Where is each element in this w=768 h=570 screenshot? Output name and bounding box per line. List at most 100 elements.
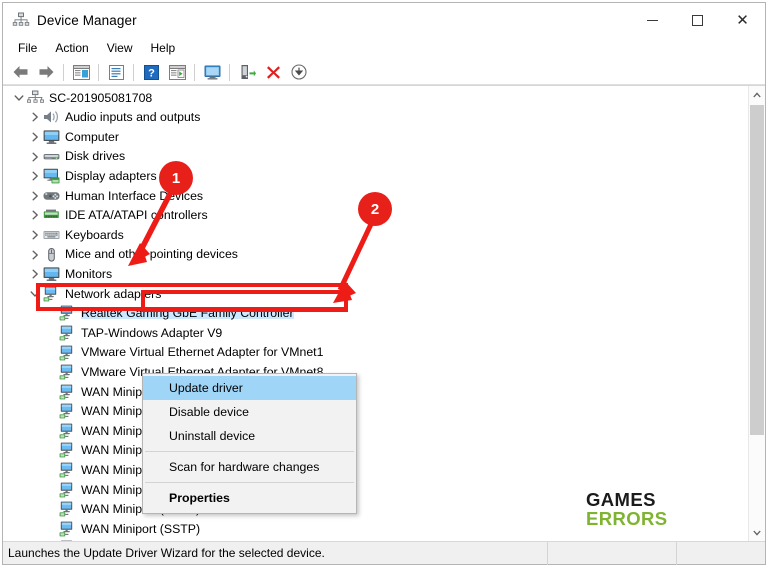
toolbar-separator-5 (229, 63, 230, 81)
tree-item-selected[interactable]: Realtek Gaming GbE Family Controller (3, 304, 748, 324)
tree-item[interactable]: TAP-Windows Adapter V9 (3, 323, 748, 343)
tree-item[interactable]: WAN Miniport (IKEv2) (3, 382, 748, 402)
title-bar: Device Manager ✕ (3, 3, 765, 37)
show-hide-console-tree-button[interactable] (69, 62, 93, 83)
properties-icon (108, 64, 124, 80)
tree-item[interactable]: WAN Miniport (IP) (3, 402, 748, 422)
chevron-right-icon (32, 210, 38, 220)
tree-item-label: Disk drives (65, 149, 126, 164)
minimize-button[interactable] (630, 3, 675, 37)
network-adapter-icon (59, 501, 76, 517)
network-adapter-icon (59, 501, 73, 517)
tree-expander-spacer (43, 384, 59, 400)
tree-item[interactable]: WAN Miniport (IPv6) (3, 421, 748, 441)
network-adapter-icon (59, 325, 73, 341)
maximize-button[interactable] (675, 3, 720, 37)
status-message: Launches the Update Driver Wizard for th… (3, 541, 548, 565)
tree-item[interactable]: Monitors (3, 264, 748, 284)
speaker-icon (43, 109, 60, 125)
network-adapter-icon (59, 305, 73, 321)
menu-help[interactable]: Help (142, 39, 185, 57)
network-adapter-icon (59, 403, 76, 419)
scan-for-hardware-changes-button[interactable] (200, 62, 224, 83)
tree-expander[interactable] (27, 109, 43, 125)
forward-button[interactable] (34, 62, 58, 83)
tree-item[interactable]: VMware Virtual Ethernet Adapter for VMne… (3, 343, 748, 363)
close-button[interactable]: ✕ (720, 3, 765, 37)
network-adapter-icon (59, 462, 76, 478)
tree-expander[interactable] (27, 129, 43, 145)
tree-item[interactable]: Mice and other pointing devices (3, 245, 748, 265)
client-area: SC-201905081708 Audio inputs and outputs C… (3, 85, 765, 541)
tree-item[interactable]: Disk drives (3, 147, 748, 167)
status-pane-2 (548, 541, 677, 565)
monitor-icon (43, 130, 60, 144)
tree-expander[interactable] (27, 247, 43, 263)
tree-item[interactable]: Wintun Userspace Tunnel (3, 539, 748, 541)
hid-icon (43, 191, 60, 200)
tree-expander[interactable] (27, 188, 43, 204)
scroll-thumb[interactable] (750, 105, 764, 435)
network-adapter-icon (59, 482, 73, 498)
close-icon: ✕ (736, 11, 749, 29)
update-driver-button[interactable] (235, 62, 259, 83)
tree-item[interactable]: Display adapters (3, 166, 748, 186)
chevron-down-icon (30, 291, 40, 297)
tree-item[interactable]: Network adapters (3, 284, 748, 304)
tree-expander[interactable] (27, 266, 43, 282)
tree-expander-spacer (43, 345, 59, 361)
tree-item-label: Network adapters (65, 286, 162, 301)
tree-item[interactable]: Computer (3, 127, 748, 147)
tree-expander[interactable] (27, 149, 43, 165)
context-menu-item[interactable]: Update driver (143, 376, 356, 400)
show-hide-action-pane-button[interactable] (165, 62, 189, 83)
menu-action[interactable]: Action (46, 39, 97, 57)
tree-item-label: TAP-Windows Adapter V9 (81, 325, 223, 340)
context-menu[interactable]: Update driver Disable device Uninstall dev… (142, 373, 357, 514)
uninstall-device-button[interactable] (261, 62, 285, 83)
menu-view[interactable]: View (98, 39, 142, 57)
tree-item[interactable]: WAN Miniport (Network Monitor) (3, 460, 748, 480)
tree-expander[interactable] (11, 90, 27, 106)
device-tree[interactable]: SC-201905081708 Audio inputs and outputs C… (3, 86, 748, 541)
mouse-icon (48, 247, 55, 262)
tree-item-label: Display adapters (65, 169, 157, 184)
tree-item[interactable]: WAN Miniport (L2TP) (3, 441, 748, 461)
chevron-up-icon (753, 91, 761, 97)
context-menu-item[interactable]: Uninstall device (143, 424, 356, 448)
tree-expander[interactable] (27, 227, 43, 243)
scroll-up-button[interactable] (749, 86, 765, 103)
update-driver-icon (241, 65, 256, 79)
context-menu-item[interactable]: Scan for hardware changes (143, 455, 356, 479)
ide-controller-icon (43, 207, 60, 223)
tree-expander-spacer (43, 403, 59, 419)
tree-item-label: Mice and other pointing devices (65, 247, 238, 262)
scroll-down-button[interactable] (749, 524, 765, 541)
context-menu-item[interactable]: Disable device (143, 400, 356, 424)
monitor-icon (43, 266, 60, 282)
annotation-badge-2: 2 (358, 192, 392, 226)
tree-item[interactable]: VMware Virtual Ethernet Adapter for VMne… (3, 362, 748, 382)
properties-button[interactable] (104, 62, 128, 83)
tree-vertical-scrollbar[interactable] (748, 86, 765, 541)
menu-file[interactable]: File (9, 39, 46, 57)
back-button[interactable] (8, 62, 32, 83)
tree-expander[interactable] (27, 286, 43, 302)
tree-expander-spacer (43, 364, 59, 380)
disable-device-button[interactable] (287, 62, 311, 83)
help-button[interactable]: ? (139, 62, 163, 83)
context-menu-item[interactable]: Properties (143, 486, 356, 510)
tree-item[interactable]: SC-201905081708 (3, 88, 748, 108)
tree-expander-spacer (43, 521, 59, 537)
chevron-right-icon (32, 191, 38, 201)
tree-item[interactable]: Keyboards (3, 225, 748, 245)
network-adapter-icon (59, 325, 76, 341)
tree-expander[interactable] (27, 168, 43, 184)
back-icon (13, 66, 27, 78)
tree-item-label: Realtek Gaming GbE Family Controller (81, 306, 294, 321)
tree-expander[interactable] (27, 207, 43, 223)
context-menu-separator (145, 451, 354, 452)
toolbar-separator-1 (63, 63, 64, 81)
tree-item[interactable]: Audio inputs and outputs (3, 108, 748, 128)
display-adapter-icon (43, 168, 60, 184)
